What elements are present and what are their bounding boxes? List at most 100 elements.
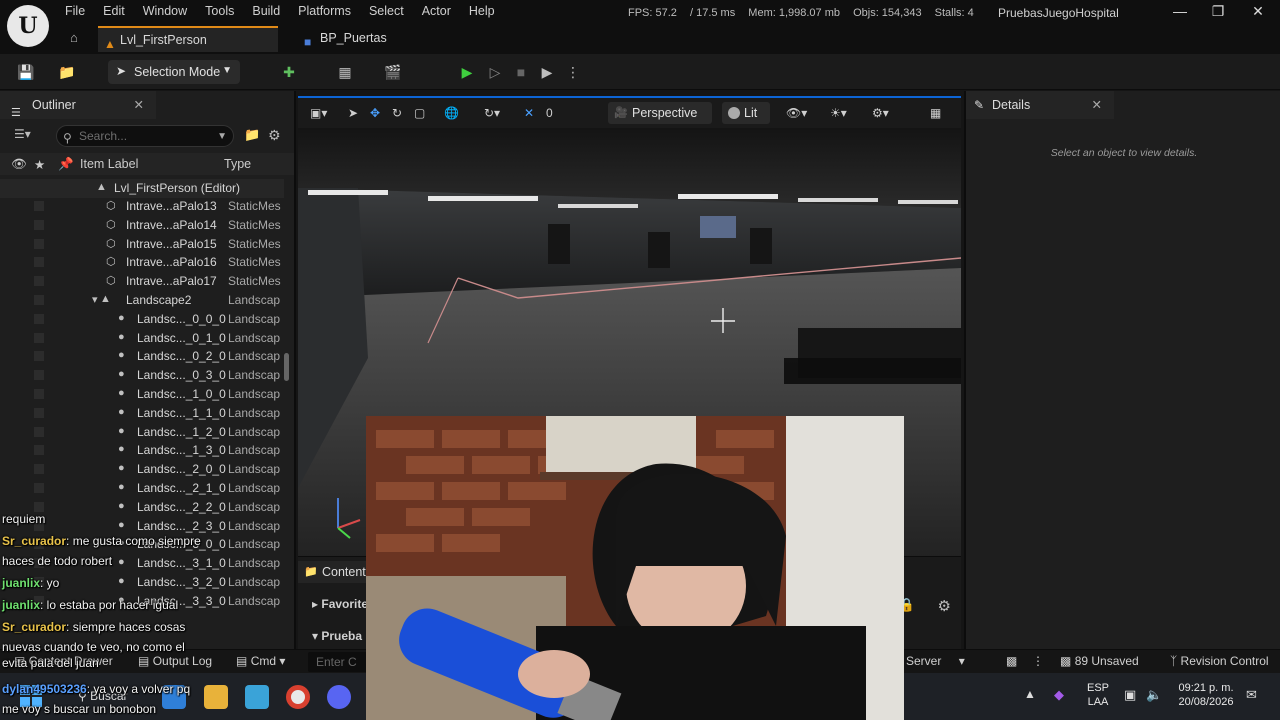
star-icon[interactable]: ★ bbox=[34, 157, 45, 172]
scale-tool-icon[interactable]: ▢ bbox=[414, 103, 425, 123]
filter-icon[interactable]: ☰▾ bbox=[14, 127, 31, 141]
visibility-toggle-icon[interactable] bbox=[34, 370, 44, 381]
outliner-row[interactable]: ● Landsc..._1_2_0 Landscap bbox=[0, 423, 284, 442]
menu-file[interactable]: File bbox=[56, 0, 94, 22]
outliner-row[interactable]: ⬡ Intrave...aPalo14 StaticMes bbox=[0, 216, 284, 235]
menu-edit[interactable]: Edit bbox=[94, 0, 134, 22]
visibility-toggle-icon[interactable] bbox=[34, 332, 44, 343]
revision-control-button[interactable]: ᛉ Revision Control bbox=[1170, 654, 1269, 668]
layout-grid-icon[interactable]: ▦ bbox=[930, 103, 941, 123]
settings-gear-icon[interactable]: ⚙ bbox=[938, 597, 951, 615]
visibility-toggle-icon[interactable] bbox=[34, 238, 44, 249]
clock[interactable]: 09:21 p. m. 20/08/2026 bbox=[1172, 681, 1240, 709]
close-window-icon[interactable]: ✕ bbox=[1238, 0, 1278, 24]
menu-tools[interactable]: Tools bbox=[196, 0, 243, 22]
menu-select[interactable]: Select bbox=[360, 0, 413, 22]
pin-icon[interactable]: 📌 bbox=[58, 157, 74, 172]
collapse-arrow-icon[interactable]: ▾ bbox=[92, 293, 98, 306]
details-tab[interactable]: ✎ Details ✕ bbox=[966, 91, 1114, 119]
chat-username[interactable]: dylan49503236 bbox=[2, 682, 87, 696]
visibility-icon[interactable]: 👁 bbox=[11, 157, 27, 172]
stop-icon[interactable]: ■ bbox=[510, 61, 532, 83]
settings-gear-icon[interactable]: ⚙▾ bbox=[872, 103, 889, 123]
close-icon[interactable]: ✕ bbox=[134, 91, 144, 119]
move-tool-icon[interactable]: ✥ bbox=[370, 103, 380, 123]
visibility-toggle-icon[interactable] bbox=[34, 201, 44, 211]
visibility-toggle-icon[interactable] bbox=[34, 219, 44, 230]
visibility-toggle-icon[interactable] bbox=[34, 482, 44, 493]
content-browser-tab[interactable]: 📁 Content bbox=[298, 561, 366, 583]
output-log-button[interactable]: ▤ Output Log bbox=[138, 654, 212, 668]
menu-help[interactable]: Help bbox=[460, 0, 504, 22]
file-explorer-icon[interactable] bbox=[204, 685, 228, 709]
chrome-icon[interactable] bbox=[286, 685, 310, 709]
surface-snap-icon[interactable]: ↻▾ bbox=[484, 103, 500, 123]
outliner-row[interactable]: ⬡ Intrave...aPalo16 StaticMes bbox=[0, 253, 284, 272]
save-icon[interactable]: 💾 bbox=[15, 61, 37, 83]
visibility-toggle-icon[interactable] bbox=[34, 294, 44, 305]
browse-content-icon[interactable]: 📁 bbox=[56, 61, 78, 83]
snap-icon[interactable]: ✕ bbox=[524, 103, 534, 123]
outliner-row[interactable]: ⬡ Intrave...aPalo13 StaticMes bbox=[0, 197, 284, 216]
visibility-toggle-icon[interactable] bbox=[34, 351, 44, 362]
transform-tools-icon[interactable]: ▣▾ bbox=[310, 103, 327, 123]
visibility-toggle-icon[interactable] bbox=[34, 257, 44, 268]
world-space-icon[interactable]: 🌐 bbox=[444, 103, 459, 123]
more-options-icon[interactable]: ⋮ bbox=[562, 61, 584, 83]
add-folder-icon[interactable]: 📁 bbox=[244, 127, 260, 143]
outliner-row[interactable]: ● Landsc..._1_1_0 Landscap bbox=[0, 404, 284, 423]
derived-data-icon[interactable]: ▩ bbox=[1006, 654, 1017, 668]
outliner-row[interactable]: ● Landsc..._0_1_0 Landscap bbox=[0, 329, 284, 348]
perspective-dropdown[interactable]: 🎥 Perspective bbox=[608, 102, 712, 124]
chat-username[interactable]: Sr_curador bbox=[2, 620, 66, 634]
column-item-label[interactable]: Item Label bbox=[80, 157, 138, 171]
menu-platforms[interactable]: Platforms bbox=[289, 0, 360, 22]
unsaved-button[interactable]: ▩ 89 Unsaved bbox=[1060, 654, 1139, 668]
column-type[interactable]: Type bbox=[224, 157, 251, 171]
outliner-root-row[interactable]: ▲ Lvl_FirstPerson (Editor) bbox=[0, 179, 284, 198]
network-icon[interactable]: ▣ bbox=[1124, 687, 1136, 703]
outliner-tab[interactable]: ☰ Outliner ✕ bbox=[0, 91, 156, 119]
visibility-toggle-icon[interactable] bbox=[34, 501, 44, 512]
close-icon[interactable]: ✕ bbox=[1092, 91, 1102, 119]
outliner-row[interactable]: ● Landsc..._0_0_0 Landscap bbox=[0, 310, 284, 329]
visibility-toggle-icon[interactable] bbox=[34, 276, 44, 287]
chevron-up-icon[interactable]: ▲ bbox=[1024, 687, 1036, 701]
chat-username[interactable]: Sr_curador bbox=[2, 534, 66, 548]
add-actor-icon[interactable]: ✚ bbox=[278, 61, 300, 83]
maximize-icon[interactable]: ❐ bbox=[1198, 0, 1238, 24]
outliner-row[interactable]: ▾ ▲ Landscape2 Landscap bbox=[0, 291, 284, 310]
selection-mode-dropdown[interactable]: ➤ Selection Mode ▼ bbox=[108, 60, 240, 84]
outliner-row[interactable]: ⬡ Intrave...aPalo15 StaticMes bbox=[0, 235, 284, 254]
unreal-logo-icon[interactable]: U bbox=[7, 5, 49, 47]
discord-icon[interactable] bbox=[327, 685, 351, 709]
launch-icon[interactable]: ▶ bbox=[536, 61, 558, 83]
visibility-toggle-icon[interactable] bbox=[34, 388, 44, 399]
rotate-tool-icon[interactable]: ↻ bbox=[392, 103, 402, 123]
visibility-toggle-icon[interactable] bbox=[34, 426, 44, 437]
tray-app-icon[interactable]: ◆ bbox=[1054, 687, 1064, 703]
more-options-icon[interactable]: ⋮ bbox=[1032, 654, 1044, 668]
volume-icon[interactable]: 🔈 bbox=[1146, 687, 1162, 703]
show-flags-icon[interactable]: 👁▾ bbox=[786, 103, 807, 123]
menu-window[interactable]: Window bbox=[134, 0, 196, 22]
visibility-toggle-icon[interactable] bbox=[34, 313, 44, 324]
outliner-row[interactable]: ● Landsc..._2_0_0 Landscap bbox=[0, 460, 284, 479]
input-language[interactable]: ESP LAA bbox=[1082, 681, 1114, 709]
select-tool-icon[interactable]: ➤ bbox=[348, 103, 358, 123]
menu-actor[interactable]: Actor bbox=[413, 0, 460, 22]
performance-icon[interactable]: ☀▾ bbox=[830, 103, 847, 123]
outliner-row[interactable]: ● Landsc..._1_0_0 Landscap bbox=[0, 385, 284, 404]
visibility-toggle-icon[interactable] bbox=[34, 445, 44, 456]
notifications-icon[interactable]: ✉ bbox=[1246, 687, 1257, 703]
settings-gear-icon[interactable]: ⚙ bbox=[268, 127, 281, 144]
outliner-row[interactable]: ● Landsc..._2_1_0 Landscap bbox=[0, 479, 284, 498]
console-command-input[interactable]: Enter C bbox=[308, 652, 368, 672]
source-control-button[interactable]: Server ▾ bbox=[906, 654, 965, 668]
chat-username[interactable]: juanlix bbox=[2, 598, 40, 612]
menu-build[interactable]: Build bbox=[243, 0, 289, 22]
home-icon[interactable]: ⌂ bbox=[70, 30, 86, 46]
outliner-scrollbar[interactable] bbox=[284, 353, 289, 381]
blueprints-icon[interactable]: ▦ bbox=[334, 61, 356, 83]
project-folder-section[interactable]: ▾ Prueba bbox=[312, 629, 362, 643]
